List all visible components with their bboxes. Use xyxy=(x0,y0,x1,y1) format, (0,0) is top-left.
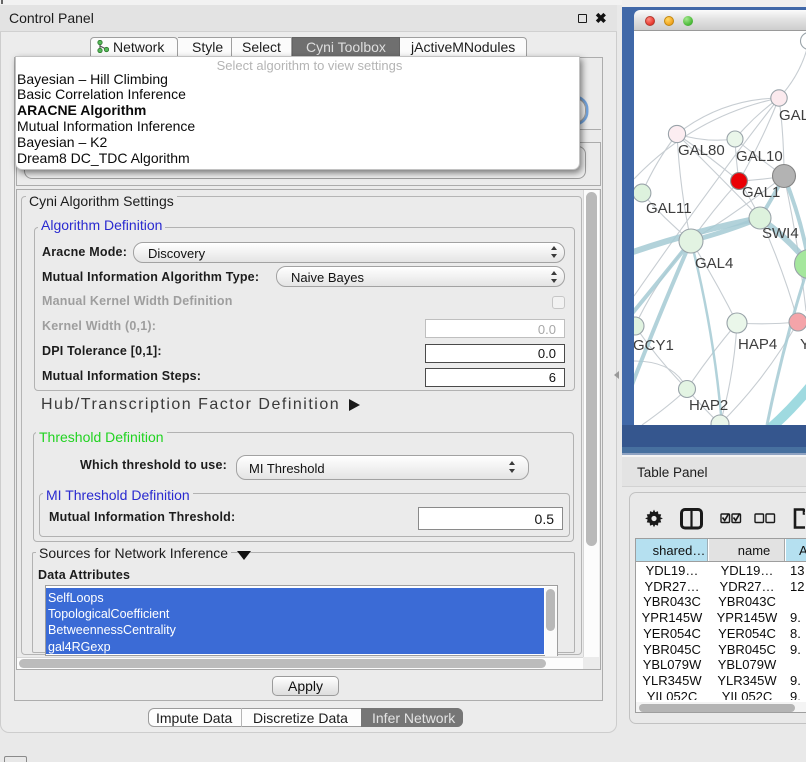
svg-text:GAL1: GAL1 xyxy=(742,184,780,201)
svg-text:GAL10: GAL10 xyxy=(736,148,783,165)
svg-text:Y: Y xyxy=(800,336,806,353)
svg-text:GAL2: GAL2 xyxy=(779,107,806,124)
svg-text:HAP2: HAP2 xyxy=(689,397,728,414)
svg-text:SWI4: SWI4 xyxy=(762,225,799,242)
svg-text:GAL4: GAL4 xyxy=(695,255,733,272)
svg-text:GAL80: GAL80 xyxy=(678,142,725,159)
svg-text:GCY1: GCY1 xyxy=(634,337,674,354)
svg-text:GAL11: GAL11 xyxy=(646,200,692,217)
svg-text:HAP4: HAP4 xyxy=(738,336,777,353)
